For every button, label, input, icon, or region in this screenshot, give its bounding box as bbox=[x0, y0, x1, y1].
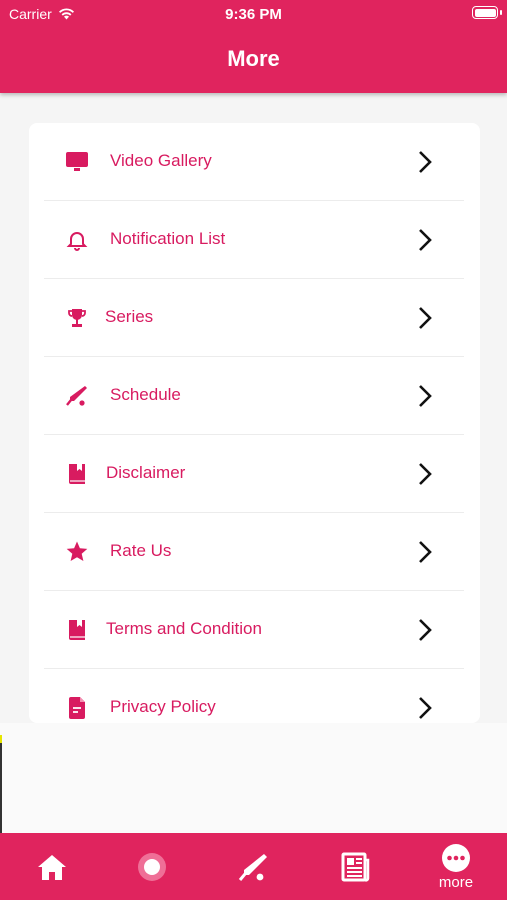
monitor-icon bbox=[64, 149, 90, 175]
menu-item-label: Schedule bbox=[110, 385, 181, 404]
chevron-right-icon bbox=[419, 619, 432, 641]
app-header: Carrier 9:36 PM More bbox=[0, 0, 507, 93]
ad-marker bbox=[0, 743, 2, 833]
chevron-right-icon bbox=[419, 463, 432, 485]
menu-item-label: Privacy Policy bbox=[110, 697, 216, 716]
menu-item-label: Notification List bbox=[110, 229, 226, 248]
menu-item-privacy-policy[interactable]: Privacy Policy bbox=[44, 669, 464, 723]
menu-item-label: Disclaimer bbox=[106, 463, 186, 482]
bell-icon bbox=[64, 227, 90, 253]
menu-item-notification-list[interactable]: Notification List bbox=[44, 201, 464, 279]
battery-cap bbox=[500, 10, 502, 15]
menu-item-label: Rate Us bbox=[110, 541, 172, 560]
menu-item-video-gallery[interactable]: Video Gallery bbox=[44, 123, 464, 201]
bottom-tab-bar: more bbox=[0, 833, 507, 900]
ad-marker-accent bbox=[0, 735, 2, 743]
menu-item-series[interactable]: Series bbox=[44, 279, 464, 357]
chevron-right-icon bbox=[419, 541, 432, 563]
live-icon bbox=[138, 852, 166, 881]
menu-card: Video Gallery Notification List Series S… bbox=[29, 123, 480, 723]
menu-item-label: Terms and Condition bbox=[106, 619, 262, 638]
menu-item-rate-us[interactable]: Rate Us bbox=[44, 513, 464, 591]
tab-more-label: more bbox=[438, 873, 474, 891]
star-icon bbox=[64, 539, 90, 565]
chevron-right-icon bbox=[419, 307, 432, 329]
tab-home[interactable] bbox=[22, 833, 82, 900]
more-icon bbox=[442, 843, 470, 872]
chevron-right-icon bbox=[419, 229, 432, 251]
tab-news[interactable] bbox=[324, 833, 384, 900]
document-icon bbox=[64, 695, 90, 721]
chevron-right-icon bbox=[419, 385, 432, 407]
tab-live[interactable] bbox=[122, 833, 182, 900]
book-icon bbox=[64, 461, 90, 487]
tab-schedule[interactable] bbox=[223, 833, 283, 900]
battery-icon bbox=[472, 6, 498, 19]
cricket-bat-icon bbox=[238, 853, 267, 881]
trophy-icon bbox=[64, 305, 90, 331]
news-icon bbox=[341, 852, 370, 881]
ad-banner-area bbox=[0, 723, 507, 833]
menu-item-label: Series bbox=[105, 307, 154, 326]
chevron-right-icon bbox=[419, 151, 432, 173]
page-title: More bbox=[227, 46, 280, 71]
menu-item-label: Video Gallery bbox=[110, 151, 212, 170]
menu-item-disclaimer[interactable]: Disclaimer bbox=[44, 435, 464, 513]
status-bar: Carrier 9:36 PM bbox=[0, 0, 507, 28]
menu-item-schedule[interactable]: Schedule bbox=[44, 357, 464, 435]
cricket-bat-icon bbox=[64, 383, 90, 409]
home-icon bbox=[38, 854, 66, 880]
menu-item-terms-and-condition[interactable]: Terms and Condition bbox=[44, 591, 464, 669]
status-time: 9:36 PM bbox=[225, 6, 282, 23]
chevron-right-icon bbox=[419, 697, 432, 719]
book-icon bbox=[64, 617, 90, 643]
tab-more[interactable]: more bbox=[426, 833, 486, 900]
